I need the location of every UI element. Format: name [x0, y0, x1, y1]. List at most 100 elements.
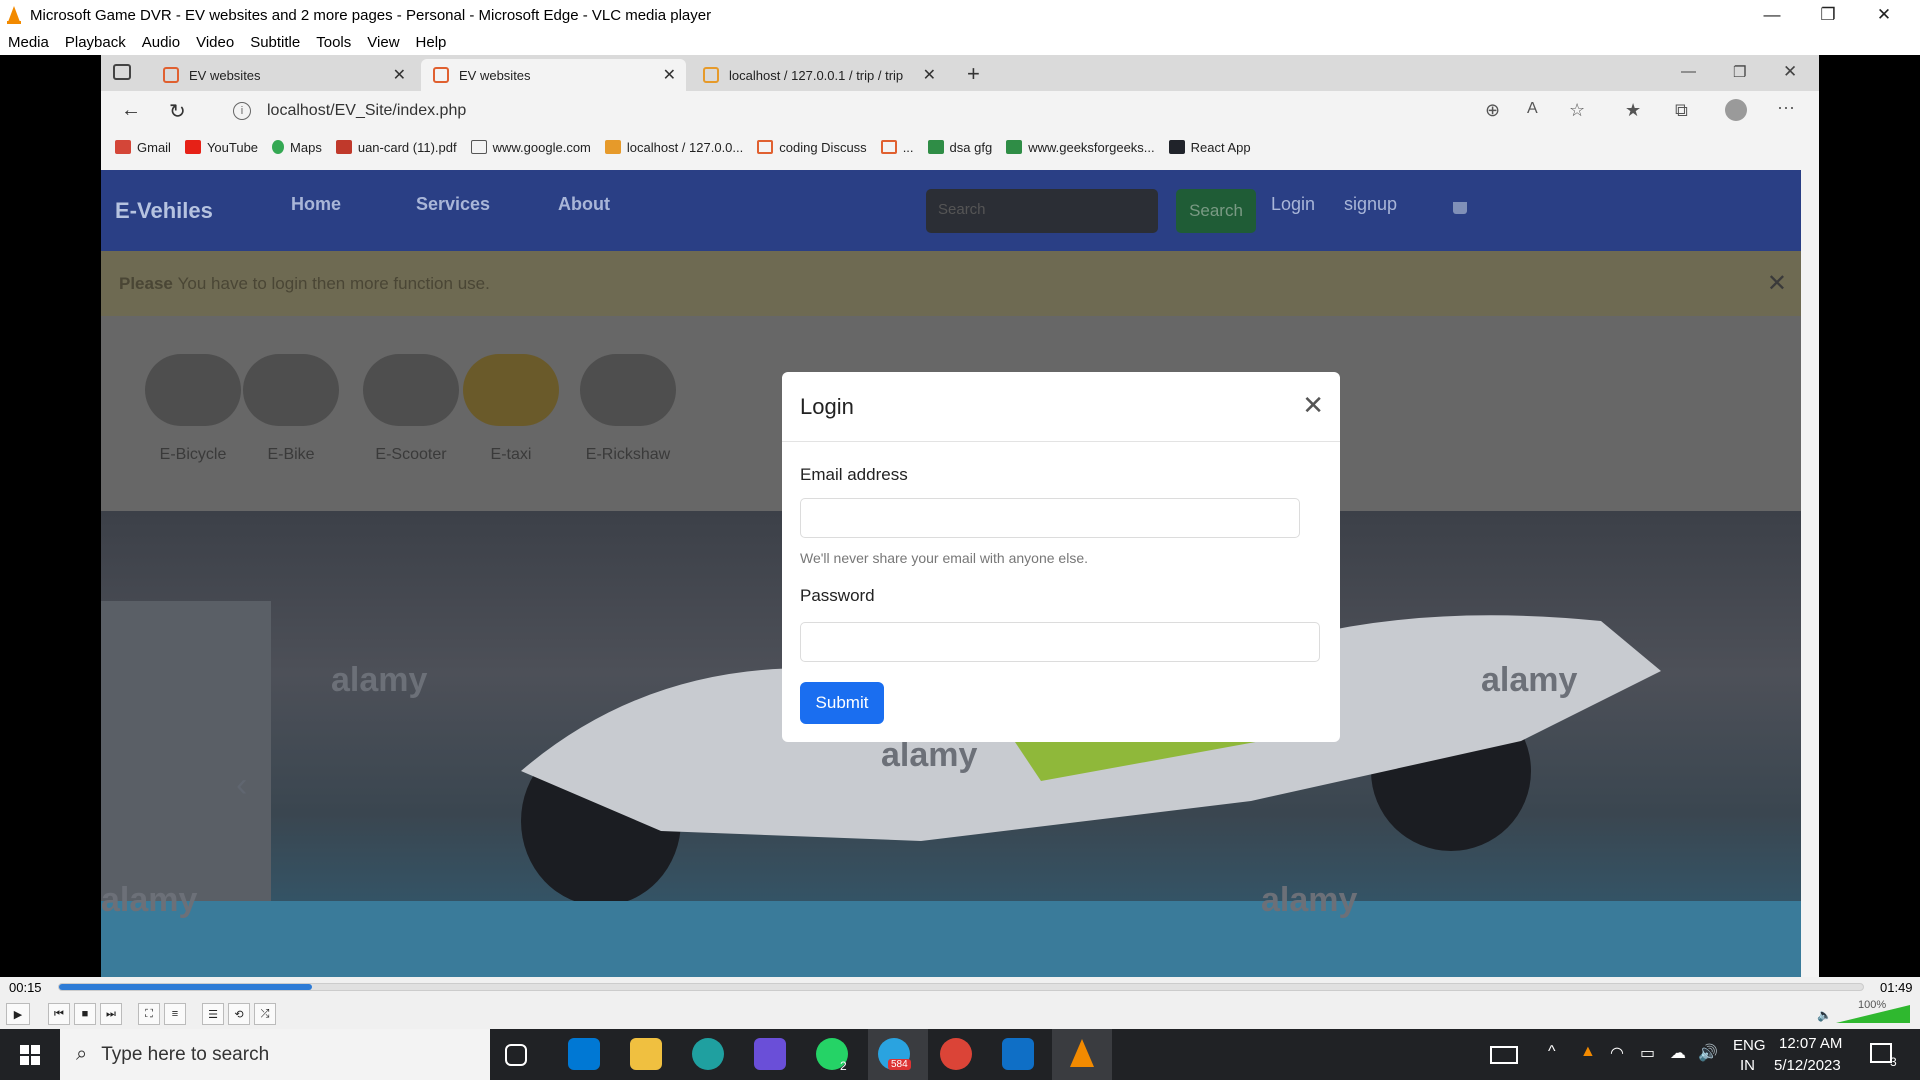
language-code[interactable]: ENG	[1733, 1037, 1766, 1054]
new-tab-icon[interactable]: +	[967, 61, 980, 87]
more-options-icon[interactable]: ···	[1777, 97, 1795, 118]
loop-icon[interactable]: ⟲	[228, 1003, 250, 1025]
menu-help[interactable]: Help	[408, 34, 455, 51]
browser-restore-icon[interactable]: ❐	[1733, 63, 1746, 81]
site-login-link[interactable]: Login	[1271, 194, 1315, 215]
menu-view[interactable]: View	[359, 34, 407, 51]
nav-home[interactable]: Home	[291, 194, 341, 215]
browser-minimize-icon[interactable]: —	[1681, 63, 1696, 80]
stop-icon[interactable]: ■	[74, 1003, 96, 1025]
onedrive-icon[interactable]: ☁	[1670, 1043, 1686, 1063]
favorites-icon[interactable]: ★	[1625, 100, 1641, 121]
tab-phpmyadmin[interactable]: localhost / 127.0.0.1 / trip / trip ✕	[691, 59, 946, 91]
bookmark-dsa-gfg[interactable]: dsa gfg	[927, 140, 992, 155]
maximize-button[interactable]: ❐	[1800, 0, 1856, 30]
seek-slider[interactable]	[58, 983, 1864, 991]
cart-icon[interactable]	[1453, 202, 1467, 214]
menu-playback[interactable]: Playback	[57, 34, 134, 51]
menu-tools[interactable]: Tools	[308, 34, 359, 51]
vlc-taskbar-icon[interactable]	[1068, 1039, 1096, 1071]
category-e-rickshaw[interactable]: E-Rickshaw	[563, 354, 693, 464]
speaker-icon[interactable]: 🔊	[1698, 1043, 1718, 1063]
vscode-icon[interactable]	[1002, 1038, 1034, 1070]
tab-ev-websites-1[interactable]: EV websites ✕	[151, 59, 416, 91]
site-search-input[interactable]: Search	[926, 189, 1158, 233]
edge-icon[interactable]	[692, 1038, 724, 1070]
bookmark-maps[interactable]: Maps	[272, 140, 322, 155]
taskbar-search-box[interactable]: ⌕ Type here to search	[60, 1029, 490, 1080]
carousel-prev-icon[interactable]: ‹	[236, 766, 247, 805]
notifications-icon[interactable]	[1870, 1043, 1892, 1063]
tab-close-icon[interactable]: ✕	[393, 65, 406, 85]
tab-close-icon[interactable]: ✕	[923, 65, 936, 85]
fullscreen-icon[interactable]: ⛶	[138, 1003, 160, 1025]
keyboard-icon[interactable]	[1490, 1046, 1518, 1064]
language-region[interactable]: IN	[1740, 1057, 1755, 1074]
menu-subtitle[interactable]: Subtitle	[242, 34, 308, 51]
site-brand[interactable]: E-Vehiles	[115, 198, 213, 224]
info-icon[interactable]: i	[233, 102, 251, 120]
bookmark-coding-discuss[interactable]: coding Discuss	[757, 140, 867, 155]
clock-date[interactable]: 5/12/2023	[1774, 1057, 1841, 1074]
collections-icon[interactable]: ⧉	[1675, 100, 1688, 121]
tab-actions-icon[interactable]	[113, 64, 131, 80]
bookmark-pdf[interactable]: uan-card (11).pdf	[335, 140, 457, 155]
refresh-icon[interactable]: ↻	[169, 99, 186, 124]
address-bar-row: ← ↻ i localhost/EV_Site/index.php ⊕ A ☆ …	[101, 91, 1819, 131]
alert-close-icon[interactable]: ✕	[1767, 269, 1787, 298]
bookmark-google[interactable]: www.google.com	[470, 140, 591, 155]
mail-icon[interactable]	[568, 1038, 600, 1070]
bookmark-gmail[interactable]: Gmail	[115, 140, 171, 155]
vlc-tray-icon[interactable]: ▲	[1580, 1043, 1596, 1061]
back-icon[interactable]: ←	[121, 99, 141, 122]
extended-settings-icon[interactable]: ≡	[164, 1003, 186, 1025]
bookmark-ellipsis[interactable]: ...	[880, 140, 914, 155]
task-view-icon[interactable]	[505, 1044, 527, 1066]
minimize-button[interactable]: —	[1744, 0, 1800, 30]
tab-ev-websites-2[interactable]: EV websites ✕	[421, 59, 686, 91]
category-e-bike[interactable]: E-Bike	[241, 354, 341, 464]
site-favicon-icon	[163, 67, 179, 83]
playlist-icon[interactable]: ☰	[202, 1003, 224, 1025]
windows-start-icon[interactable]	[20, 1045, 40, 1065]
category-e-scooter[interactable]: E-Scooter	[351, 354, 471, 464]
category-e-bicycle[interactable]: E-Bicycle	[133, 354, 253, 464]
nav-services[interactable]: Services	[416, 194, 490, 215]
category-e-taxi[interactable]: E-taxi	[461, 354, 561, 464]
close-button[interactable]: ✕	[1856, 0, 1912, 30]
play-icon[interactable]: ▶	[6, 1003, 30, 1025]
menu-media[interactable]: Media	[0, 34, 57, 51]
menu-video[interactable]: Video	[188, 34, 242, 51]
menu-audio[interactable]: Audio	[134, 34, 188, 51]
password-field[interactable]	[800, 622, 1320, 662]
previous-icon[interactable]: ⏮	[48, 1003, 70, 1025]
nav-about[interactable]: About	[558, 194, 610, 215]
submit-button[interactable]: Submit	[800, 682, 884, 724]
modal-close-icon[interactable]: ✕	[1302, 392, 1324, 418]
bookmark-youtube[interactable]: YouTube	[184, 140, 258, 155]
tab-close-icon[interactable]: ✕	[663, 65, 676, 85]
read-aloud-icon[interactable]: A	[1527, 100, 1538, 118]
shuffle-icon[interactable]: ⤮	[254, 1003, 276, 1025]
email-field[interactable]	[800, 498, 1300, 538]
address-bar[interactable]: i localhost/EV_Site/index.php	[221, 95, 1541, 127]
clock-time[interactable]: 12:07 AM	[1779, 1035, 1842, 1052]
battery-icon[interactable]: ▭	[1640, 1043, 1655, 1063]
site-search-button[interactable]: Search	[1176, 189, 1256, 233]
app-icon[interactable]	[754, 1038, 786, 1070]
bookmark-localhost[interactable]: localhost / 127.0.0...	[604, 140, 743, 155]
translate-icon[interactable]: ⊕	[1485, 100, 1500, 121]
bookmark-geeksforgeeks[interactable]: www.geeksforgeeks...	[1006, 140, 1155, 155]
file-explorer-icon[interactable]	[630, 1038, 662, 1070]
site-signup-link[interactable]: signup	[1344, 194, 1397, 215]
mute-icon[interactable]: 🔈	[1817, 1008, 1832, 1022]
show-hidden-icons[interactable]: ^	[1548, 1043, 1556, 1061]
profile-icon[interactable]	[1725, 99, 1747, 121]
wifi-icon[interactable]: ◠	[1610, 1043, 1624, 1063]
whatsapp-badge: 2	[840, 1059, 847, 1073]
bookmark-react-app[interactable]: React App	[1168, 140, 1251, 155]
add-favorite-icon[interactable]: ☆	[1569, 100, 1585, 121]
chrome-icon[interactable]	[940, 1038, 972, 1070]
browser-close-icon[interactable]: ✕	[1783, 62, 1797, 82]
next-icon[interactable]: ⏭	[100, 1003, 122, 1025]
